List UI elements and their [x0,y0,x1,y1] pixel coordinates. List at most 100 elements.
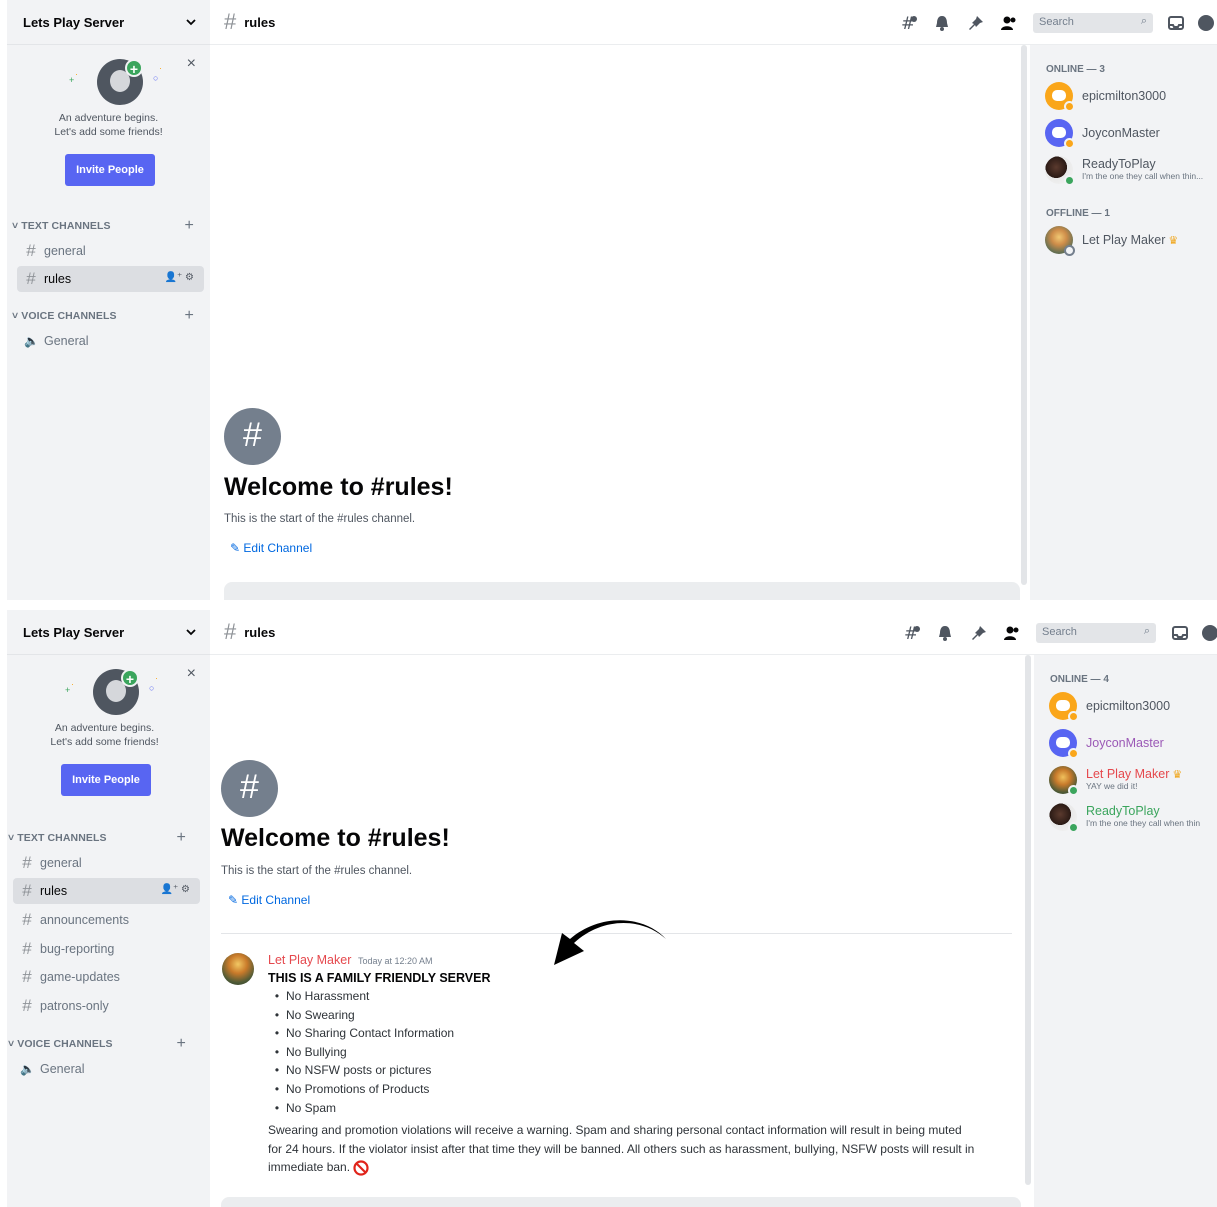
sidebar-channel-bug-reporting[interactable]: # bug-reporting [13,936,200,962]
channel-controls[interactable]: 👤⁺ ⚙ [165,272,194,283]
edit-channel-link[interactable]: ✎ Edit Channel [228,893,310,907]
threads-icon[interactable]: # [903,624,921,642]
gear-icon[interactable]: ⚙ [185,272,194,283]
pin-icon[interactable] [970,624,988,642]
scrollbar[interactable] [1025,655,1031,1185]
welcome-title: Welcome to #rules! [221,824,450,852]
sparkle-icon: · [71,679,74,689]
member-item[interactable]: ReadyToPlay I'm the one they call when t… [1049,803,1217,835]
invite-member-icon[interactable]: 👤⁺ [165,272,183,283]
private-hash-icon: # [22,996,32,1015]
add-friend-icon: + [121,669,139,687]
member-list: ONLINE — 4 epicmilton3000 JoyconMaster L… [1034,655,1217,1207]
invite-card: × + · ○ · + An adventure begins. Let's a… [7,45,210,200]
member-item[interactable]: JoyconMaster [1045,119,1217,151]
add-channel-icon[interactable]: + [177,829,186,847]
pencil-icon: ✎ [228,893,242,907]
channel-controls[interactable]: 👤⁺ ⚙ [161,884,190,895]
no-entry-emoji-icon [353,1160,369,1176]
message-body: Swearing and promotion violations will r… [268,1123,975,1176]
text-channels-category[interactable]: ˅ TEXT CHANNELS + [8,829,198,847]
message-composer[interactable] [224,582,1020,600]
text-channels-category[interactable]: ˅ TEXT CHANNELS + [12,217,202,235]
sparkle-icon: ○ [149,683,155,693]
chevron-icon: ˅ [12,220,22,232]
inbox-icon[interactable] [1167,14,1185,32]
sidebar-channel-general[interactable]: # general [13,850,200,876]
inbox-icon[interactable] [1171,624,1189,642]
close-icon[interactable]: × [187,665,196,683]
sidebar-channel-rules[interactable]: # rules 👤⁺ ⚙ [17,266,204,292]
member-list-icon[interactable] [1000,14,1018,32]
invite-people-button[interactable]: Invite People [65,154,155,186]
voice-channels-category[interactable]: ˅ VOICE CHANNELS + [12,307,202,325]
members-offline-header: OFFLINE — 1 [1046,208,1110,219]
server-header[interactable]: Lets Play Server [7,0,210,45]
member-item[interactable]: ReadyToPlay I'm the one they call when t… [1045,156,1217,188]
member-item[interactable]: epicmilton3000 [1049,692,1217,724]
sidebar-channel-announcements[interactable]: # announcements [13,907,200,933]
list-item: No Bullying [268,1045,454,1064]
list-item: No Promotions of Products [268,1082,454,1101]
status-indicator [1064,138,1075,149]
channel-header: # rules # Search ⌕ [210,0,1217,45]
rules-list: No Harassment No Swearing No Sharing Con… [268,989,454,1119]
channel-hash-badge: # [221,760,278,817]
server-name: Lets Play Server [23,14,125,30]
message-author[interactable]: Let Play Maker [268,953,351,967]
status-indicator [1068,822,1079,833]
help-icon[interactable] [1201,624,1217,642]
sidebar-channel-patrons-only[interactable]: # patrons-only [13,993,200,1019]
gear-icon[interactable]: ⚙ [181,884,190,895]
hash-icon: # [26,241,36,260]
message-composer[interactable] [221,1197,1021,1207]
threads-icon[interactable]: # [900,14,918,32]
crown-icon: ♛ [1168,235,1179,247]
sidebar-channel-game-updates[interactable]: # game-updates [13,964,200,990]
help-icon[interactable] [1197,14,1215,32]
hash-icon: # [224,619,237,644]
search-input[interactable]: Search ⌕ [1033,13,1153,33]
invite-people-button[interactable]: Invite People [61,764,151,796]
scrollbar[interactable] [1021,45,1027,585]
member-item[interactable]: epicmilton3000 [1045,82,1217,114]
edit-channel-link[interactable]: ✎ Edit Channel [230,541,312,555]
sidebar-channel-general[interactable]: # general [17,238,204,264]
server-header[interactable]: Lets Play Server [7,610,210,655]
sparkle-icon: + [69,75,75,85]
chevron-icon: ˅ [12,310,22,322]
pin-icon[interactable] [967,14,985,32]
bell-icon[interactable] [933,14,951,32]
chevron-icon: ˅ [8,1038,18,1050]
chevron-down-icon [186,629,196,636]
sidebar-voice-general[interactable]: 🔈 General [17,328,204,354]
voice-channels-category[interactable]: ˅ VOICE CHANNELS + [8,1035,198,1053]
channel-header: # rules # Search ⌕ [210,610,1217,655]
member-item[interactable]: Let Play Maker ♛ YAY we did it! [1049,766,1217,798]
member-item[interactable]: JoyconMaster [1049,729,1217,761]
invite-member-icon[interactable]: 👤⁺ [161,884,179,895]
status-indicator [1064,175,1075,186]
member-list-icon[interactable] [1003,624,1021,642]
hash-icon: # [224,9,237,34]
search-icon: ⌕ [1140,15,1147,27]
member-item[interactable]: Let Play Maker ♛ [1045,226,1217,258]
list-item: No Sharing Contact Information [268,1026,454,1045]
message-avatar[interactable] [222,953,254,985]
add-channel-icon[interactable]: + [177,1035,186,1053]
welcome-title: Welcome to #rules! [224,473,453,501]
sidebar-channel-rules[interactable]: # rules 👤⁺ ⚙ [13,878,200,904]
welcome-subtitle: This is the start of the #rules channel. [221,865,413,877]
annotation-arrow [554,920,666,965]
hash-icon: # [26,269,36,288]
close-icon[interactable]: × [187,55,196,73]
add-channel-icon[interactable]: + [185,307,194,325]
search-input[interactable]: Search ⌕ [1036,623,1156,643]
discord-window-before: Lets Play Server × + · ○ · + An adventur… [0,0,1217,600]
bell-icon[interactable] [936,624,954,642]
members-online-header: ONLINE — 3 [1046,64,1105,75]
sparkle-icon: · [159,63,162,73]
add-channel-icon[interactable]: + [185,217,194,235]
invite-text: An adventure begins. Let's add some frie… [50,722,159,748]
sidebar-voice-general[interactable]: 🔈 General [13,1056,200,1082]
